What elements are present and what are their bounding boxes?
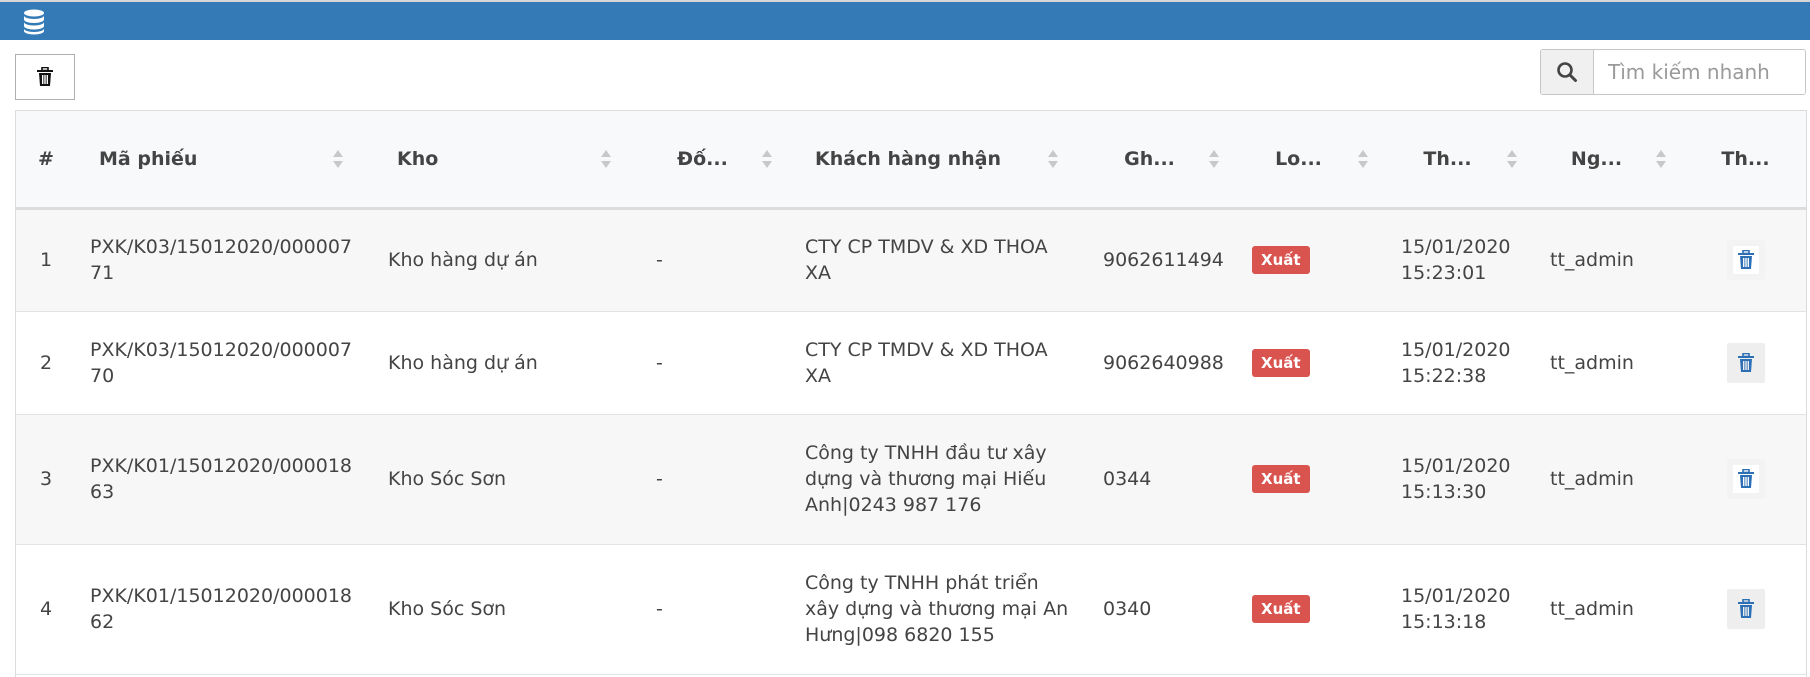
note: 0340 (1103, 598, 1152, 620)
delete-row-button[interactable] (1726, 240, 1765, 280)
column-header-code[interactable]: Mã phiếu (76, 111, 374, 210)
row-index: 3 (39, 468, 53, 490)
trash-icon (1737, 599, 1754, 618)
slip-code: PXK/K03/15012020/00000770 (90, 338, 353, 387)
sort-icon (1656, 150, 1666, 168)
time: 15/01/2020 15:22:38 (1401, 338, 1511, 387)
note: 9062640988 (1103, 351, 1224, 374)
partner: - (656, 468, 663, 490)
trash-icon (1737, 352, 1754, 372)
database-icon (24, 9, 44, 35)
sort-icon (1048, 150, 1058, 168)
type-badge: Xuất (1252, 465, 1310, 493)
search-button[interactable] (1541, 50, 1594, 94)
time: 15/01/2020 15:13:18 (1401, 585, 1511, 633)
customer: CTY CP TMDV & XD THOA XA (805, 338, 1048, 387)
delete-selected-button[interactable] (15, 54, 75, 100)
top-bar (0, 0, 1810, 40)
type-badge: Xuất (1252, 246, 1310, 274)
trash-icon (1737, 250, 1754, 269)
time: 15/01/2020 15:23:01 (1401, 236, 1511, 284)
table-row[interactable]: 2 PXK/K03/15012020/00000770 Kho hàng dự … (16, 311, 1806, 414)
delete-row-button[interactable] (1726, 342, 1765, 383)
table-header: # Mã phiếu Kho Đố... Khách hàng nhận Gh.… (16, 111, 1806, 210)
sort-icon (1507, 150, 1517, 168)
column-header-time[interactable]: Th... (1387, 111, 1536, 210)
column-header-index[interactable]: # (16, 111, 76, 210)
row-index: 4 (39, 598, 53, 620)
note: 9062611494 (1103, 249, 1224, 271)
slip-code: PXK/K01/15012020/00001863 (90, 455, 353, 503)
customer: Công ty TNHH đầu tư xây dựng và thương m… (805, 442, 1047, 516)
user: tt_admin (1550, 249, 1634, 271)
sort-icon (601, 150, 611, 168)
warehouse: Kho Sóc Sơn (388, 468, 507, 490)
sort-icon (333, 150, 343, 168)
column-header-note[interactable]: Gh... (1089, 111, 1238, 210)
table-row[interactable]: 3 PXK/K01/15012020/00001863 Kho Sóc Sơn … (16, 414, 1806, 544)
partner: - (656, 598, 663, 620)
user: tt_admin (1550, 351, 1634, 374)
sort-icon (762, 150, 772, 168)
customer: CTY CP TMDV & XD THOA XA (805, 236, 1048, 284)
warehouse: Kho Sóc Sơn (388, 598, 507, 620)
column-header-type[interactable]: Lo... (1238, 111, 1387, 210)
user: tt_admin (1550, 468, 1634, 490)
customer: Công ty TNHH phát triển xây dựng và thươ… (805, 572, 1069, 646)
sort-icon (1209, 150, 1219, 168)
table-row[interactable]: 1 PXK/K03/15012020/00000771 Kho hàng dự … (16, 208, 1806, 311)
trash-icon (37, 67, 53, 86)
column-header-actions: Th... (1685, 111, 1806, 210)
column-header-partner[interactable]: Đố... (642, 111, 791, 210)
time: 15/01/2020 15:13:30 (1401, 455, 1511, 503)
slip-code: PXK/K01/15012020/00001862 (90, 585, 353, 633)
trash-icon (1737, 469, 1754, 488)
slip-code: PXK/K03/15012020/00000771 (90, 236, 353, 284)
column-header-warehouse[interactable]: Kho (374, 111, 642, 210)
partner: - (656, 249, 663, 271)
warehouse: Kho hàng dự án (388, 249, 538, 271)
search-icon (1557, 62, 1577, 82)
table-row[interactable]: 4 PXK/K01/15012020/00001862 Kho Sóc Sơn … (16, 544, 1806, 674)
type-badge: Xuất (1252, 348, 1310, 377)
warehouse: Kho hàng dự án (388, 351, 538, 374)
note: 0344 (1103, 468, 1152, 490)
type-badge: Xuất (1252, 595, 1310, 623)
column-header-customer[interactable]: Khách hàng nhận (791, 111, 1089, 210)
slips-table: # Mã phiếu Kho Đố... Khách hàng nhận Gh.… (15, 110, 1807, 677)
row-index: 2 (39, 351, 53, 374)
delete-row-button[interactable] (1726, 589, 1765, 629)
delete-row-button[interactable] (1726, 459, 1765, 499)
quick-search (1540, 49, 1806, 95)
partner: - (656, 351, 663, 374)
user: tt_admin (1550, 598, 1634, 620)
column-header-user[interactable]: Ng... (1536, 111, 1685, 210)
row-index: 1 (39, 249, 53, 271)
search-input[interactable] (1594, 50, 1805, 94)
sort-icon (1358, 150, 1368, 168)
